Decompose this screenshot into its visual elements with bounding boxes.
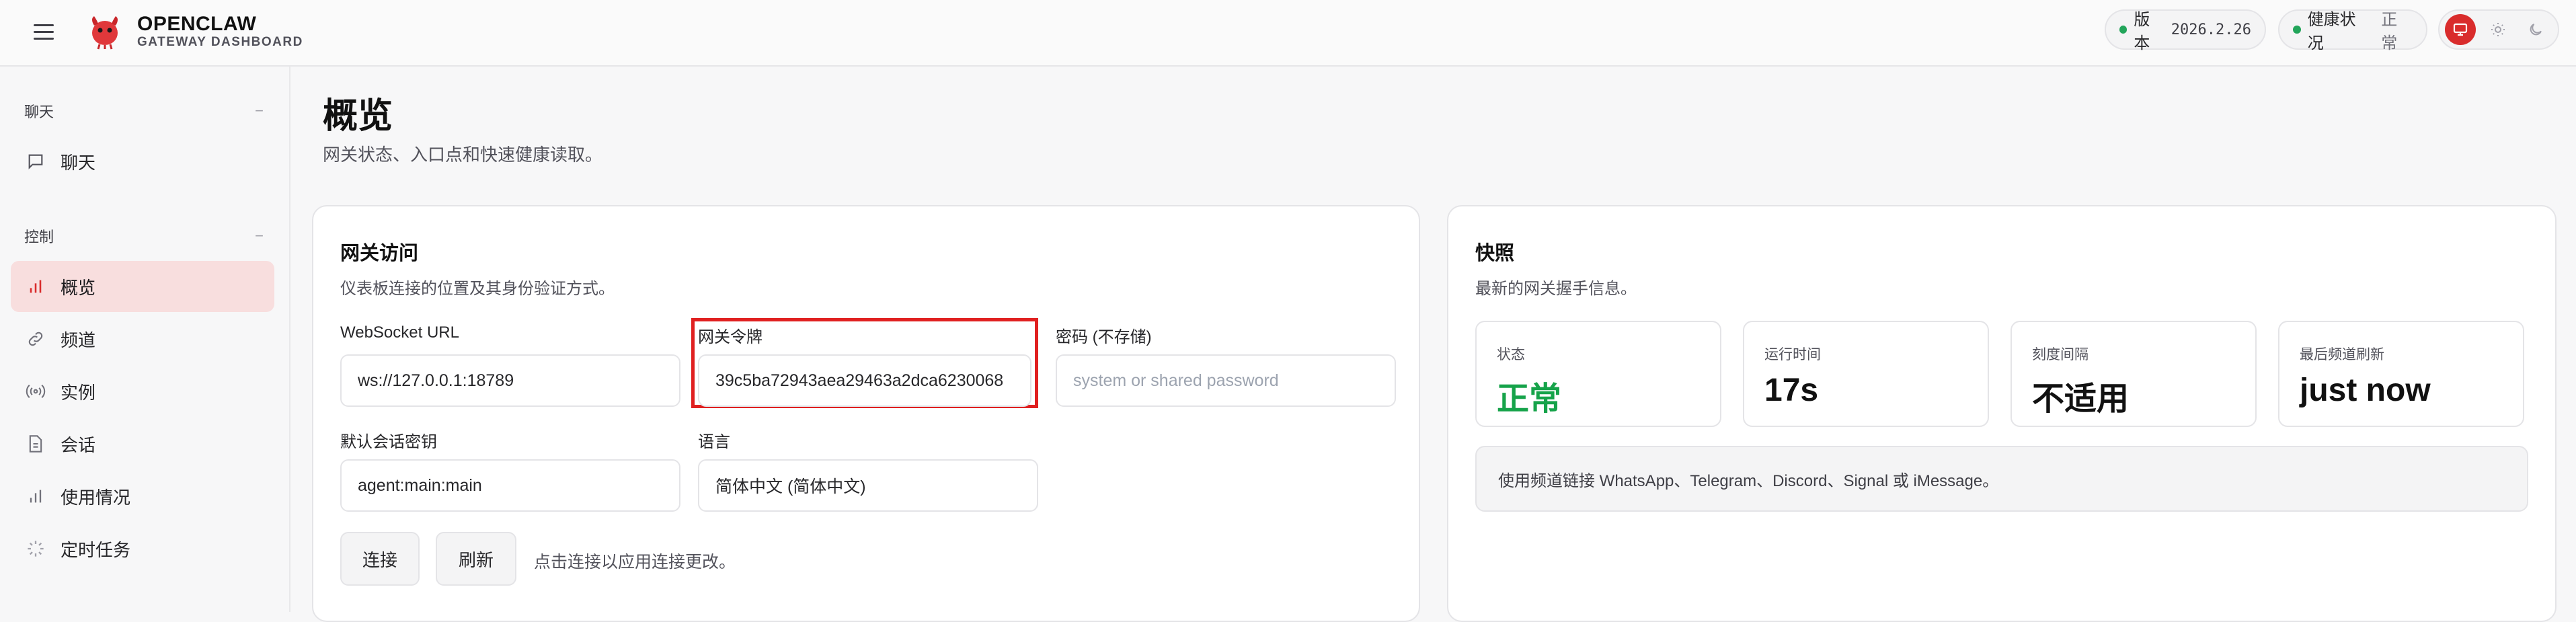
sidebar-item-overview[interactable]: 概览 [11, 261, 274, 312]
gateway-token-input[interactable]: 39c5ba72943aea29463a2dca6230068 [698, 354, 1031, 407]
brand-subtitle: GATEWAY DASHBOARD [137, 35, 303, 49]
theme-dark-button[interactable] [2520, 14, 2551, 45]
stat-label: 运行时间 [1764, 347, 1821, 362]
language-select[interactable]: 简体中文 (简体中文) [698, 459, 1038, 512]
sidebar-item-channels[interactable]: 频道 [11, 313, 274, 364]
card-title: 快照 [1475, 243, 1515, 264]
brand-title: OPENCLAW [137, 13, 257, 35]
sidebar-item-chat[interactable]: 聊天 [11, 136, 274, 187]
card-description: 仪表板连接的位置及其身份验证方式。 [340, 280, 615, 298]
gateway-access-card: 网关访问 仪表板连接的位置及其身份验证方式。 WebSocket URL ws:… [312, 205, 1420, 622]
stat-tick-interval: 刻度间隔 不适用 [2011, 321, 2257, 427]
bar-chart-icon [26, 486, 46, 506]
bar-chart-icon [26, 276, 46, 297]
sidebar-item-instances[interactable]: 实例 [11, 366, 274, 417]
theme-system-button[interactable] [2445, 14, 2476, 45]
stat-value: 正常 [1497, 381, 1562, 417]
collapse-icon[interactable]: − [255, 227, 264, 245]
version-pill: 版本 2026.2.26 [2105, 9, 2266, 52]
message-square-icon [26, 151, 46, 171]
websocket-url-label: WebSocket URL [340, 323, 459, 342]
page-title: 概览 [323, 97, 393, 136]
websocket-url-input[interactable]: ws://127.0.0.1:18789 [340, 354, 680, 407]
session-key-label: 默认会话密钥 [340, 433, 437, 451]
link-icon [26, 329, 46, 349]
card-title: 网关访问 [340, 243, 419, 264]
moon-icon [2530, 24, 2542, 36]
monitor-icon [2453, 23, 2468, 36]
connect-hint: 点击连接以应用连接更改。 [534, 553, 736, 572]
broadcast-icon [26, 381, 46, 401]
stat-status: 状态 正常 [1475, 321, 1721, 427]
health-label: 健康状况 [2307, 11, 2356, 52]
password-input[interactable]: system or shared password [1056, 354, 1396, 407]
file-text-icon [26, 434, 46, 454]
stat-last-channel-refresh: 最后频道刷新 just now [2278, 321, 2524, 427]
language-label: 语言 [698, 433, 730, 451]
collapse-icon[interactable]: − [255, 102, 264, 120]
snapshot-card: 快照 最新的网关握手信息。 状态 正常 运行时间 17s 刻度间隔 不适用 最后… [1447, 205, 2557, 622]
health-value: 正常 [2381, 11, 2398, 52]
stat-value: 17s [1764, 373, 1819, 408]
sun-icon [2491, 23, 2505, 36]
sidebar-item-label: 使用情况 [61, 487, 131, 508]
sidebar-item-cron-jobs[interactable]: 定时任务 [11, 523, 274, 574]
connect-button[interactable]: 连接 [340, 532, 420, 586]
sidebar-section-control[interactable]: 控制 − [24, 225, 264, 247]
sidebar-section-chat[interactable]: 聊天 − [24, 100, 264, 122]
stat-label: 刻度间隔 [2032, 347, 2089, 362]
loader-icon [26, 539, 46, 559]
stat-label: 状态 [1497, 347, 1525, 362]
status-dot-icon [2119, 26, 2128, 34]
version-value: 2026.2.26 [2171, 21, 2251, 38]
sidebar-item-label: 频道 [61, 329, 96, 350]
refresh-button[interactable]: 刷新 [436, 532, 516, 586]
sidebar-item-label: 会话 [61, 434, 96, 455]
sidebar-item-label: 概览 [61, 277, 96, 298]
top-bar: OPENCLAW GATEWAY DASHBOARD 版本 2026.2.26 … [0, 0, 2576, 67]
sidebar-item-label: 实例 [61, 382, 96, 403]
openclaw-logo-icon [92, 16, 118, 50]
stat-value: just now [2300, 373, 2431, 408]
theme-light-button[interactable] [2483, 14, 2513, 45]
channel-info-callout: 使用频道链接 WhatsApp、Telegram、Discord、Signal … [1475, 446, 2528, 512]
sidebar-item-label: 聊天 [61, 152, 96, 173]
health-pill: 健康状况 正常 [2278, 9, 2427, 52]
sidebar: 聊天 − 聊天 控制 − 概览 频道 实例 会话 使用情况 定时任务 [0, 67, 290, 612]
section-label: 聊天 [24, 104, 54, 120]
menu-icon[interactable] [34, 20, 56, 43]
session-key-input[interactable]: agent:main:main [340, 459, 680, 512]
stat-label: 最后频道刷新 [2300, 347, 2384, 362]
status-dot-icon [2293, 26, 2301, 34]
theme-switcher [2438, 9, 2559, 50]
sidebar-item-sessions[interactable]: 会话 [11, 418, 274, 469]
sidebar-item-usage[interactable]: 使用情况 [11, 471, 274, 522]
section-label: 控制 [24, 229, 54, 245]
sidebar-item-label: 定时任务 [61, 539, 131, 560]
stat-value: 不适用 [2032, 381, 2130, 417]
version-label: 版本 [2134, 11, 2150, 52]
page-subtitle: 网关状态、入口点和快速健康读取。 [323, 145, 603, 165]
password-label: 密码 (不存储) [1056, 328, 1152, 346]
gateway-token-label: 网关令牌 [698, 328, 763, 346]
stat-uptime: 运行时间 17s [1743, 321, 1989, 427]
card-description: 最新的网关握手信息。 [1475, 280, 1637, 298]
